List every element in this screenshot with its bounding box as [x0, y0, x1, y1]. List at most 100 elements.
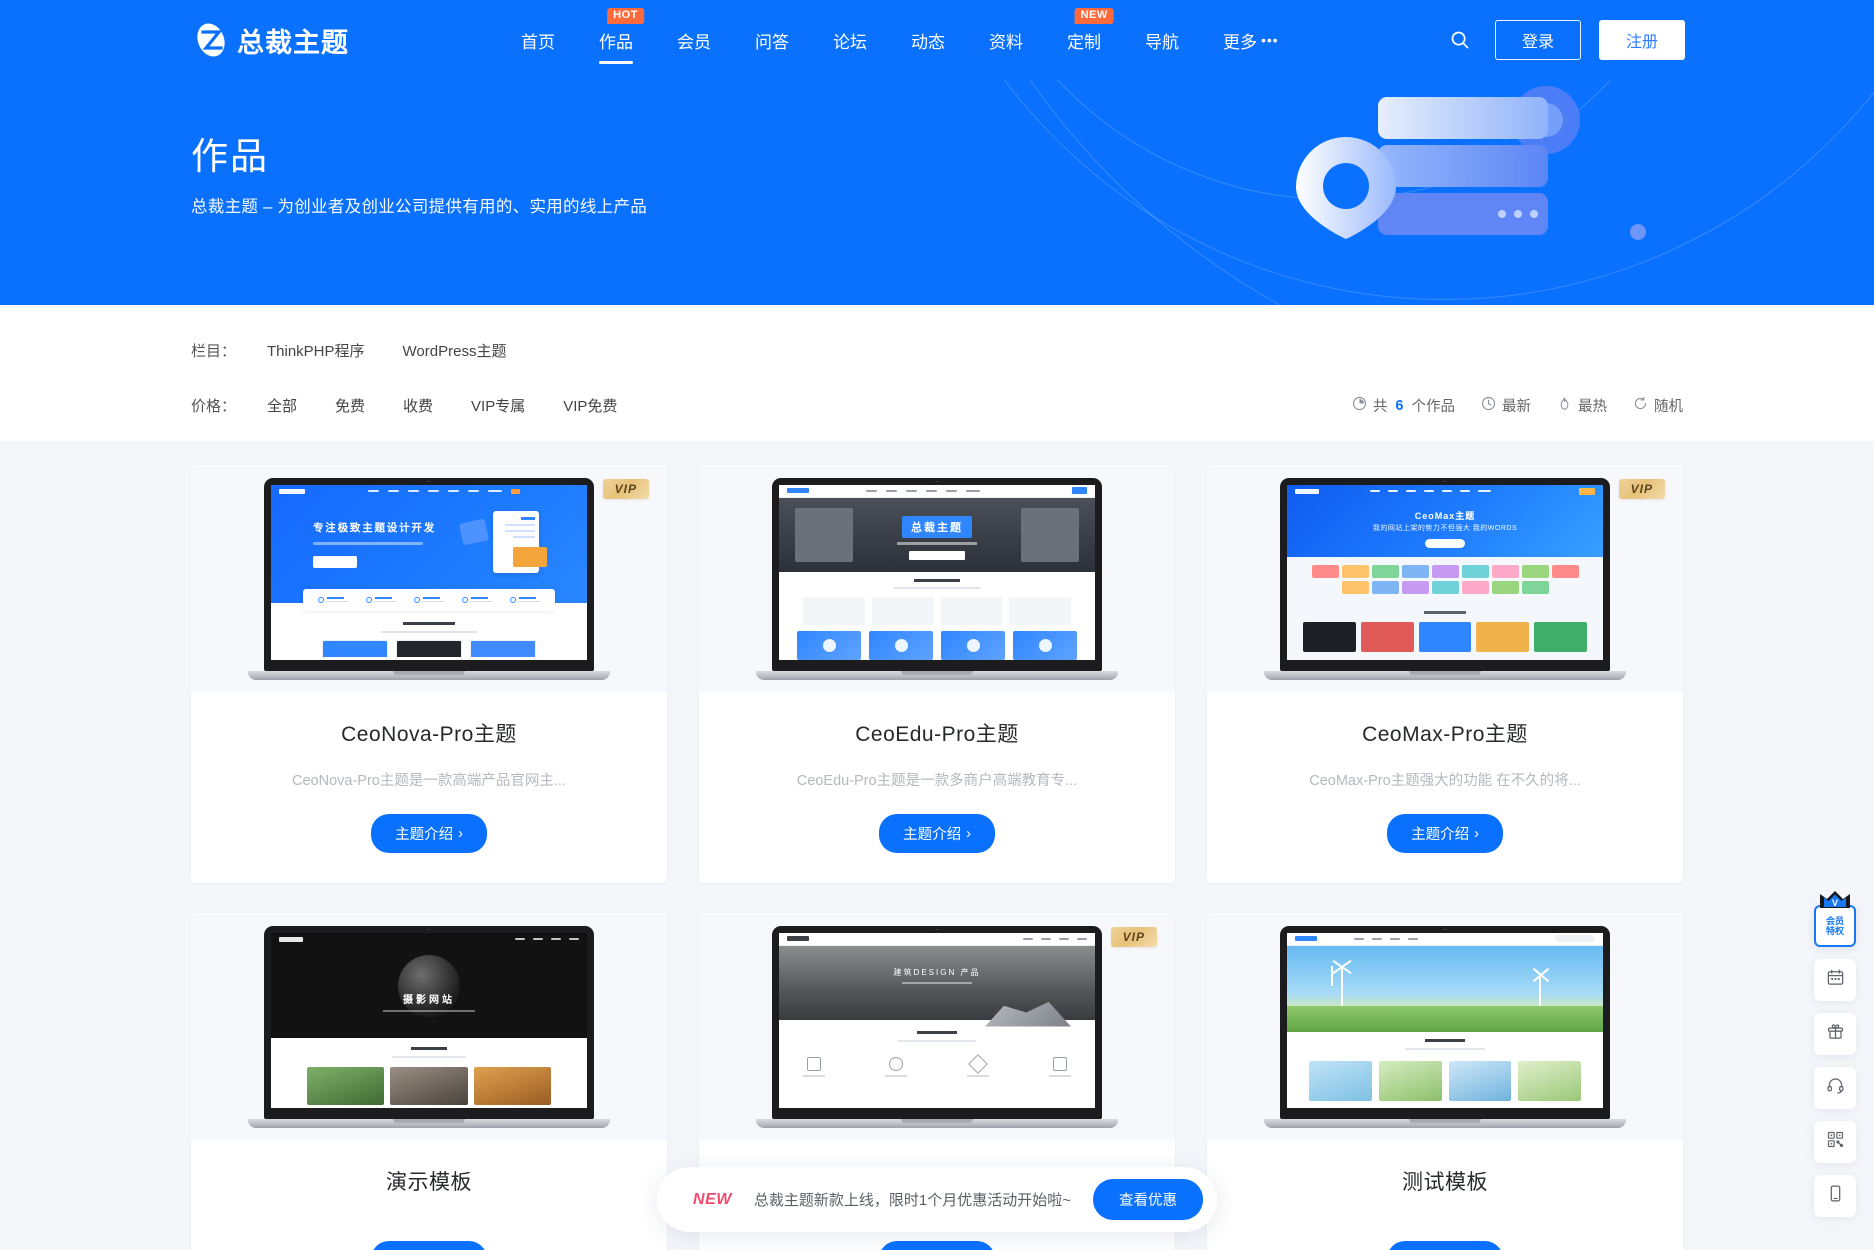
work-card[interactable]: 摄影网站 演示模板 [191, 913, 667, 1250]
clock-icon [1481, 396, 1496, 415]
work-card[interactable]: 测试模板 主题介绍 › [1207, 913, 1683, 1250]
count-value: 6 [1395, 397, 1404, 414]
work-title: 演示模板 [386, 1171, 472, 1194]
nav-label: 论坛 [833, 32, 867, 52]
sort-random[interactable]: 随机 [1633, 395, 1683, 416]
price-option-free[interactable]: 免费 [321, 390, 379, 421]
sort-hottest[interactable]: 最热 [1557, 395, 1607, 416]
nav-item-member[interactable]: 会员 [655, 0, 733, 80]
calendar-button[interactable] [1814, 959, 1856, 1001]
work-card[interactable]: VIP [1207, 465, 1683, 883]
laptop-mockup: 建筑DESIGN 产品 [756, 925, 1118, 1128]
price-option-paid[interactable]: 收费 [389, 390, 447, 421]
works-grid-section: VIP 专注极致主题设计开发 CeoNova-Pro主题 CeoNova-Pro… [0, 441, 1874, 1250]
category-option-thinkphp[interactable]: ThinkPHP程序 [253, 335, 379, 366]
gift-icon [1826, 1022, 1845, 1046]
work-detail-button[interactable]: 主题介绍 › [371, 1241, 487, 1250]
work-thumbnail[interactable]: 摄影网站 [191, 913, 667, 1140]
nav-item-custom[interactable]: NEW 定制 [1045, 0, 1123, 80]
price-option-vip-free[interactable]: VIP免费 [549, 390, 631, 421]
site-logo[interactable]: 总裁主题 [191, 20, 349, 60]
new-tag: NEW [693, 1190, 732, 1208]
headset-icon [1826, 1076, 1845, 1100]
work-card[interactable]: VIP [191, 465, 667, 883]
count-suffix: 个作品 [1411, 399, 1456, 415]
view-promo-button[interactable]: 查看优惠 [1092, 1179, 1203, 1220]
login-button[interactable]: 登录 [1494, 20, 1581, 60]
work-description: CeoMax-Pro主题强大的功能 在不久的将... [1309, 773, 1581, 789]
nav-item-news[interactable]: 动态 [889, 0, 967, 80]
works-count: 共 6 个作品 [1352, 395, 1455, 416]
nav-label: 资料 [989, 32, 1023, 52]
price-filter-label: 价格： [191, 398, 237, 415]
hero-banner: 作品 总裁主题 – 为创业者及创业公司提供有用的、实用的线上产品 [0, 80, 1874, 305]
z-logo-icon [191, 20, 231, 60]
svg-text:V: V [1832, 898, 1838, 908]
member-privilege-label-line1: 会员 [1825, 915, 1844, 926]
chevron-right-icon: › [458, 825, 463, 842]
work-thumbnail[interactable]: VIP [191, 465, 667, 692]
promo-notification-bar: NEW 总裁主题新款上线，限时1个月优惠活动开始啦~ 查看优惠 [657, 1167, 1217, 1232]
work-thumbnail[interactable] [1207, 913, 1683, 1140]
sort-label: 最热 [1578, 399, 1607, 415]
qrcode-icon [1826, 1130, 1845, 1154]
work-thumbnail[interactable]: 总裁主题 [699, 465, 1175, 692]
mobile-icon [1826, 1184, 1845, 1208]
work-thumbnail[interactable]: VIP [1207, 465, 1683, 692]
work-detail-button[interactable]: 主题介绍 › [879, 1241, 995, 1250]
nav-label: 定制 [1067, 32, 1101, 52]
nav-label: 会员 [677, 32, 711, 52]
filter-bar: 栏目： ThinkPHP程序 WordPress主题 价格： 全部 免费 收费 … [0, 305, 1874, 441]
work-detail-button[interactable]: 主题介绍 › [371, 814, 487, 853]
nav-label: 更多 [1223, 32, 1257, 52]
gift-button[interactable] [1814, 1013, 1856, 1055]
nav-item-qa[interactable]: 问答 [733, 0, 811, 80]
vip-badge: VIP [602, 479, 649, 499]
price-option-vip-only[interactable]: VIP专属 [457, 390, 539, 421]
category-option-wordpress[interactable]: WordPress主题 [389, 335, 521, 366]
work-title: 测试模板 [1402, 1171, 1488, 1194]
page-subtitle: 总裁主题 – 为创业者及创业公司提供有用的、实用的线上产品 [191, 198, 648, 216]
button-label: 主题介绍 [903, 827, 962, 843]
work-detail-button[interactable]: 主题介绍 › [1387, 1241, 1503, 1250]
nav-item-home[interactable]: 首页 [499, 0, 577, 80]
nav-label: 动态 [911, 32, 945, 52]
laptop-mockup: 总裁主题 [756, 477, 1118, 680]
logo-text: 总裁主题 [237, 27, 349, 58]
work-title: CeoMax-Pro主题 [1362, 723, 1528, 746]
nav-label: 问答 [755, 32, 789, 52]
chevron-right-icon: › [1474, 825, 1479, 842]
calendar-icon [1826, 968, 1845, 992]
sort-label: 随机 [1654, 399, 1683, 415]
page-title: 作品 [191, 136, 269, 177]
price-option-all[interactable]: 全部 [253, 390, 311, 421]
work-detail-button[interactable]: 主题介绍 › [1387, 814, 1503, 853]
works-grid: VIP 专注极致主题设计开发 CeoNova-Pro主题 CeoNova-Pro… [157, 465, 1717, 1250]
support-button[interactable] [1814, 1067, 1856, 1109]
nav-item-forum[interactable]: 论坛 [811, 0, 889, 80]
work-detail-button[interactable]: 主题介绍 › [879, 814, 995, 853]
nav-item-navigation[interactable]: 导航 [1123, 0, 1201, 80]
nav-item-more[interactable]: 更多 ••• [1201, 0, 1301, 80]
work-thumbnail[interactable]: VIP [699, 913, 1175, 1140]
laptop-mockup: CeoMax主题 我的网站上架的势力不但强大 我的WORDS [1264, 477, 1626, 680]
nav-badge-hot: HOT [607, 8, 644, 24]
register-button[interactable]: 注册 [1598, 20, 1685, 60]
work-card[interactable]: 总裁主题 CeoEdu-Pro主题 CeoEdu-Pro主题是一款多商户高端教育… [699, 465, 1175, 883]
site-header: 总裁主题 首页 HOT 作品 会员 问答 论坛 动态 资料 NEW 定制 导航 … [0, 0, 1874, 80]
sort-newest[interactable]: 最新 [1481, 395, 1531, 416]
chevron-right-icon: › [966, 825, 971, 842]
work-title: CeoEdu-Pro主题 [855, 723, 1019, 746]
nav-item-works[interactable]: HOT 作品 [577, 0, 655, 80]
work-description: CeoEdu-Pro主题是一款多商户高端教育专... [796, 773, 1078, 789]
work-title: CeoNova-Pro主题 [341, 723, 517, 746]
category-filter-label: 栏目： [191, 343, 237, 360]
nav-item-resources[interactable]: 资料 [967, 0, 1045, 80]
main-navigation: 首页 HOT 作品 会员 问答 论坛 动态 资料 NEW 定制 导航 更多 ••… [499, 0, 1301, 80]
button-label: 主题介绍 [1411, 827, 1470, 843]
more-dots-icon: ••• [1261, 32, 1279, 48]
search-icon[interactable] [1443, 23, 1477, 57]
mobile-button[interactable] [1814, 1175, 1856, 1217]
qrcode-button[interactable] [1814, 1121, 1856, 1163]
member-privilege-button[interactable]: V 会员 特权 [1814, 891, 1856, 947]
